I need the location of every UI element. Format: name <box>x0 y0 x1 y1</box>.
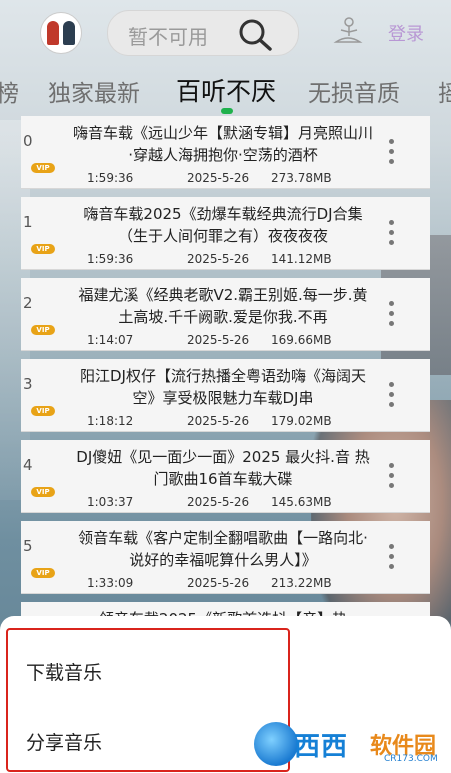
song-index: 1 <box>23 213 33 231</box>
song-size: 145.63MB <box>271 495 332 509</box>
song-date: 2025-5-26 <box>187 414 250 428</box>
more-options-icon[interactable] <box>383 298 399 332</box>
tab-rock[interactable]: 摇 <box>438 74 451 108</box>
vip-badge: VIP <box>31 487 55 497</box>
avatar-figure-right <box>63 21 75 45</box>
tab-lossless[interactable]: 无损音质 <box>308 74 400 108</box>
song-index: 5 <box>23 537 33 555</box>
list-item[interactable]: 2 VIP 福建尤溪《经典老歌V2.霸王别姬.每一步.黄土高坡.千千阙歌.爱是你… <box>21 278 430 351</box>
song-duration: 1:18:12 <box>87 414 134 428</box>
category-tabs: 榜 独家最新 百听不厌 无损音质 摇 <box>0 66 451 114</box>
vip-badge: VIP <box>31 163 55 173</box>
watermark-url: CR173.COM <box>384 754 438 764</box>
song-size: 213.22MB <box>271 576 332 590</box>
list-item[interactable]: 4 VIP DJ傻妞《见一面少一面》2025 最火抖.音 热门歌曲16首车载大碟… <box>21 440 430 513</box>
song-date: 2025-5-26 <box>187 576 250 590</box>
more-options-icon[interactable] <box>383 379 399 413</box>
song-size: 179.02MB <box>271 414 332 428</box>
tab-exclusive-new[interactable]: 独家最新 <box>48 74 140 108</box>
song-index: 2 <box>23 294 33 312</box>
song-date: 2025-5-26 <box>187 333 250 347</box>
song-size: 169.66MB <box>271 333 332 347</box>
vip-badge: VIP <box>31 568 55 578</box>
more-options-icon[interactable] <box>383 136 399 170</box>
list-item[interactable]: 3 VIP 阳江DJ权仔【流行热播全粤语劲嗨《海阔天空》享受极限魅力车载DJ串 … <box>21 359 430 432</box>
watermark-logo-icon <box>254 722 298 766</box>
song-title: 领音车载《客户定制全翻唱歌曲【一路向北·说好的幸福呢算什么男人】》 <box>78 529 368 569</box>
tab-evergreen[interactable]: 百听不厌 <box>176 72 276 108</box>
vip-badge: VIP <box>31 406 55 416</box>
song-index: 0 <box>23 132 33 150</box>
song-size: 273.78MB <box>271 171 332 185</box>
song-title: 嗨音车载《远山少年【默涵专辑】月亮照山川·穿越人海拥抱你·空荡的酒杯 <box>73 124 373 164</box>
list-item[interactable]: 5 VIP 领音车载《客户定制全翻唱歌曲【一路向北·说好的幸福呢算什么男人】》 … <box>21 521 430 594</box>
more-options-icon[interactable] <box>383 460 399 494</box>
search-icon[interactable] <box>236 17 276 51</box>
search-placeholder: 暂不可用 <box>128 25 208 49</box>
login-link[interactable]: 登录 <box>388 20 424 46</box>
search-bar[interactable]: 暂不可用 <box>107 10 299 56</box>
site-watermark: 西西 软件园 CR173.COM <box>254 718 449 768</box>
song-title: DJ傻妞《见一面少一面》2025 最火抖.音 热门歌曲16首车载大碟 <box>76 448 370 488</box>
song-date: 2025-5-26 <box>187 495 250 509</box>
more-options-icon[interactable] <box>383 541 399 575</box>
song-duration: 1:14:07 <box>87 333 134 347</box>
avatar[interactable] <box>40 12 82 54</box>
song-duration: 1:03:37 <box>87 495 134 509</box>
song-index: 4 <box>23 456 33 474</box>
vip-badge: VIP <box>31 244 55 254</box>
highlight-annotation <box>6 628 290 772</box>
song-list: 0 VIP 嗨音车载《远山少年【默涵专辑】月亮照山川·穿越人海拥抱你·空荡的酒杯… <box>21 116 430 683</box>
song-duration: 1:59:36 <box>87 171 134 185</box>
tab-ranking[interactable]: 榜 <box>0 74 19 108</box>
vip-badge: VIP <box>31 325 55 335</box>
song-duration: 1:59:36 <box>87 252 134 266</box>
song-duration: 1:33:09 <box>87 576 134 590</box>
app-header: 暂不可用 登录 <box>0 0 451 66</box>
more-options-icon[interactable] <box>383 217 399 251</box>
song-title: 福建尤溪《经典老歌V2.霸王别姬.每一步.黄土高坡.千千阙歌.爱是你我.不再 <box>78 286 368 326</box>
active-tab-indicator <box>221 108 233 114</box>
song-title: 嗨音车载2025《劲爆车载经典流行DJ合集（生于人间何罪之有）夜夜夜夜 <box>83 205 363 245</box>
meditation-icon[interactable] <box>332 16 364 48</box>
song-index: 3 <box>23 375 33 393</box>
list-item[interactable]: 1 VIP 嗨音车载2025《劲爆车载经典流行DJ合集（生于人间何罪之有）夜夜夜… <box>21 197 430 270</box>
song-size: 141.12MB <box>271 252 332 266</box>
song-title: 阳江DJ权仔【流行热播全粤语劲嗨《海阔天空》享受极限魅力车载DJ串 <box>80 367 366 407</box>
list-item[interactable]: 0 VIP 嗨音车载《远山少年【默涵专辑】月亮照山川·穿越人海拥抱你·空荡的酒杯… <box>21 116 430 189</box>
song-date: 2025-5-26 <box>187 171 250 185</box>
song-date: 2025-5-26 <box>187 252 250 266</box>
avatar-figure-left <box>47 21 59 45</box>
watermark-brand: 西西 <box>294 732 349 762</box>
